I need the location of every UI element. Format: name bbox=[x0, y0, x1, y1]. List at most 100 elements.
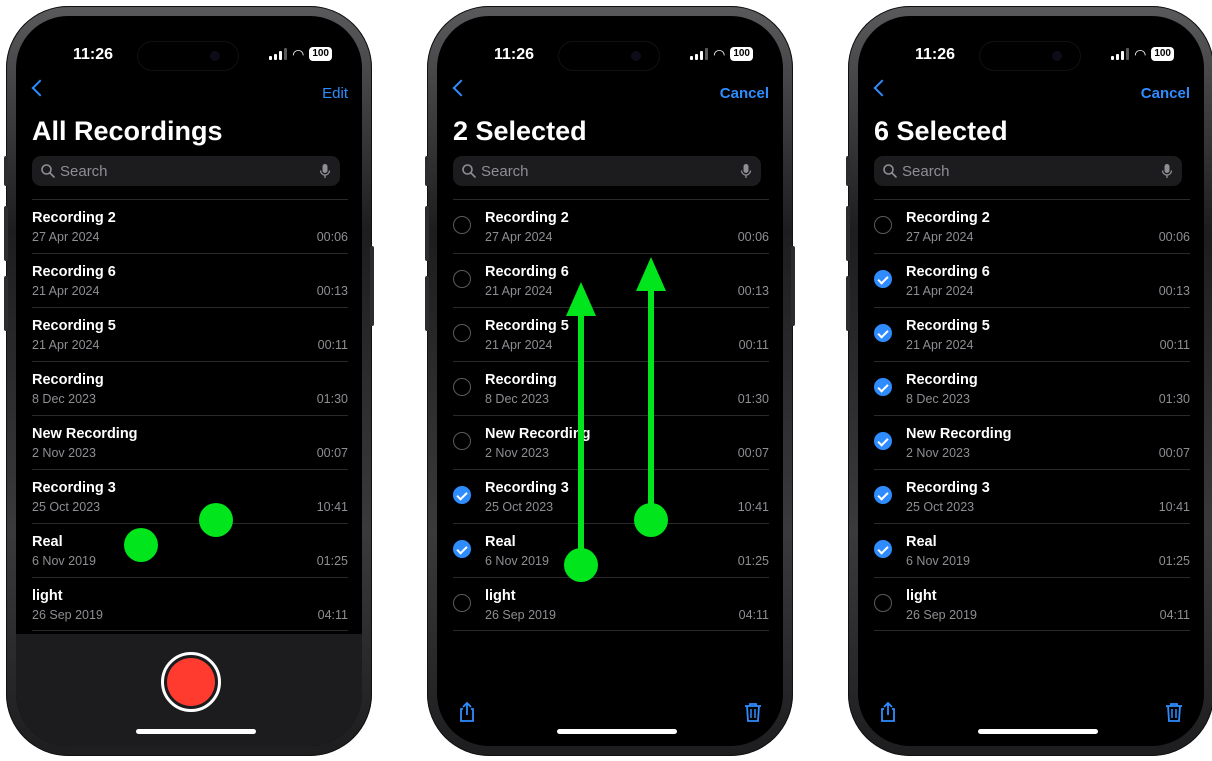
recording-row[interactable]: Real 6 Nov 2019 01:25 bbox=[858, 523, 1204, 577]
select-circle-icon[interactable] bbox=[453, 594, 471, 612]
recording-row[interactable]: Recording 2 27 Apr 2024 00:06 bbox=[858, 199, 1204, 253]
recording-name: Recording 3 bbox=[906, 480, 990, 496]
select-circle-icon[interactable] bbox=[453, 324, 471, 342]
select-circle-icon[interactable] bbox=[874, 594, 892, 612]
touch-point bbox=[124, 528, 158, 562]
recording-row[interactable]: Recording 3 25 Oct 2023 10:41 bbox=[858, 469, 1204, 523]
recording-duration: 00:06 bbox=[316, 230, 348, 244]
recording-row[interactable]: Recording 6 21 Apr 2024 00:13 bbox=[16, 253, 362, 307]
home-indicator[interactable] bbox=[557, 729, 677, 734]
search-input[interactable] bbox=[481, 162, 739, 180]
recording-row[interactable]: Real 6 Nov 2019 01:25 bbox=[437, 523, 783, 577]
select-circle-icon[interactable] bbox=[453, 216, 471, 234]
recording-row[interactable]: New Recording 2 Nov 2023 00:07 bbox=[858, 415, 1204, 469]
recording-row[interactable]: light 26 Sep 2019 04:11 bbox=[858, 577, 1204, 631]
recording-duration: 04:11 bbox=[1159, 608, 1190, 622]
recording-row[interactable]: Recording 8 Dec 2023 01:30 bbox=[858, 361, 1204, 415]
search-bar[interactable] bbox=[453, 156, 761, 186]
cancel-button[interactable]: Cancel bbox=[720, 85, 769, 102]
recording-row[interactable]: Recording 6 21 Apr 2024 00:13 bbox=[437, 253, 783, 307]
edit-button[interactable]: Edit bbox=[322, 85, 348, 102]
select-circle-icon[interactable] bbox=[874, 216, 892, 234]
recording-date: 27 Apr 2024 bbox=[32, 230, 100, 244]
status-bar: 11:26 ◠ 100 bbox=[437, 42, 783, 70]
checkmark-icon[interactable] bbox=[453, 540, 471, 558]
screen: 11:26 ◠ 100 Cancel 2 Selected Recording … bbox=[437, 16, 783, 746]
trash-icon[interactable] bbox=[1162, 700, 1186, 724]
wifi-icon: ◠ bbox=[292, 46, 305, 62]
search-bar[interactable] bbox=[874, 156, 1182, 186]
checkmark-icon[interactable] bbox=[874, 540, 892, 558]
checkmark-icon[interactable] bbox=[453, 486, 471, 504]
cancel-button[interactable]: Cancel bbox=[1141, 85, 1190, 102]
recording-row[interactable]: light 26 Sep 2019 04:11 bbox=[437, 577, 783, 631]
recording-date: 25 Oct 2023 bbox=[906, 500, 975, 514]
recording-date: 2 Nov 2023 bbox=[32, 446, 96, 460]
back-chevron-icon[interactable] bbox=[452, 79, 470, 97]
share-icon[interactable] bbox=[876, 700, 900, 724]
home-indicator[interactable] bbox=[136, 729, 256, 734]
trash-icon[interactable] bbox=[741, 700, 765, 724]
recording-row[interactable]: Real 6 Nov 2019 01:25 bbox=[16, 523, 362, 577]
checkmark-icon[interactable] bbox=[874, 432, 892, 450]
home-indicator[interactable] bbox=[978, 729, 1098, 734]
select-circle-icon[interactable] bbox=[453, 378, 471, 396]
recording-name: Recording 2 bbox=[32, 210, 116, 226]
select-circle-icon[interactable] bbox=[453, 270, 471, 288]
recording-date: 26 Sep 2019 bbox=[485, 608, 556, 622]
microphone-icon[interactable] bbox=[739, 163, 753, 179]
recording-date: 25 Oct 2023 bbox=[485, 500, 554, 514]
search-bar[interactable] bbox=[32, 156, 340, 186]
recording-duration: 01:25 bbox=[316, 554, 348, 568]
select-circle-icon[interactable] bbox=[453, 432, 471, 450]
recording-duration: 01:30 bbox=[1158, 392, 1190, 406]
recording-duration: 00:11 bbox=[738, 338, 769, 352]
recording-duration: 01:25 bbox=[737, 554, 769, 568]
phone-frame: 11:26 ◠ 100 Edit All Recordings Recordin… bbox=[4, 6, 374, 756]
search-input[interactable] bbox=[902, 162, 1160, 180]
wifi-icon: ◠ bbox=[713, 46, 726, 62]
recording-row[interactable]: Recording 8 Dec 2023 01:30 bbox=[16, 361, 362, 415]
recording-name: Recording bbox=[906, 372, 978, 388]
back-chevron-icon[interactable] bbox=[31, 79, 49, 97]
recording-row[interactable]: Recording 5 21 Apr 2024 00:11 bbox=[16, 307, 362, 361]
battery-icon: 100 bbox=[1151, 47, 1174, 61]
recording-row[interactable]: Recording 6 21 Apr 2024 00:13 bbox=[858, 253, 1204, 307]
recording-date: 25 Oct 2023 bbox=[32, 500, 101, 514]
recording-row[interactable]: light 26 Sep 2019 04:11 bbox=[16, 577, 362, 631]
back-chevron-icon[interactable] bbox=[873, 79, 891, 97]
search-icon bbox=[462, 164, 476, 178]
recording-duration: 00:06 bbox=[737, 230, 769, 244]
checkmark-icon[interactable] bbox=[874, 324, 892, 342]
recording-row[interactable]: Recording 2 27 Apr 2024 00:06 bbox=[437, 199, 783, 253]
recording-row[interactable]: New Recording 2 Nov 2023 00:07 bbox=[16, 415, 362, 469]
recording-row[interactable]: Recording 5 21 Apr 2024 00:11 bbox=[858, 307, 1204, 361]
status-time: 11:26 bbox=[915, 46, 956, 63]
recording-date: 6 Nov 2019 bbox=[906, 554, 970, 568]
recording-row[interactable]: Recording 2 27 Apr 2024 00:06 bbox=[16, 199, 362, 253]
recording-name: Recording bbox=[32, 372, 104, 388]
record-button[interactable] bbox=[161, 652, 221, 712]
recording-row[interactable]: Recording 5 21 Apr 2024 00:11 bbox=[437, 307, 783, 361]
recording-name: New Recording bbox=[906, 426, 1012, 442]
page-title: All Recordings bbox=[32, 116, 223, 146]
recording-row[interactable]: Recording 8 Dec 2023 01:30 bbox=[437, 361, 783, 415]
checkmark-icon[interactable] bbox=[874, 270, 892, 288]
status-bar: 11:26 ◠ 100 bbox=[16, 42, 362, 70]
recording-row[interactable]: Recording 3 25 Oct 2023 10:41 bbox=[437, 469, 783, 523]
recording-name: Recording 3 bbox=[485, 480, 569, 496]
wifi-icon: ◠ bbox=[1134, 46, 1147, 62]
recording-name: Recording 2 bbox=[485, 210, 569, 226]
checkmark-icon[interactable] bbox=[874, 378, 892, 396]
recording-row[interactable]: Recording 3 25 Oct 2023 10:41 bbox=[16, 469, 362, 523]
recording-name: light bbox=[906, 588, 937, 604]
status-time: 11:26 bbox=[494, 46, 535, 63]
search-input[interactable] bbox=[60, 162, 318, 180]
recording-date: 26 Sep 2019 bbox=[906, 608, 977, 622]
microphone-icon[interactable] bbox=[1160, 163, 1174, 179]
checkmark-icon[interactable] bbox=[874, 486, 892, 504]
share-icon[interactable] bbox=[455, 700, 479, 724]
page-title: 6 Selected bbox=[874, 116, 1008, 146]
microphone-icon[interactable] bbox=[318, 163, 332, 179]
recording-row[interactable]: New Recording 2 Nov 2023 00:07 bbox=[437, 415, 783, 469]
